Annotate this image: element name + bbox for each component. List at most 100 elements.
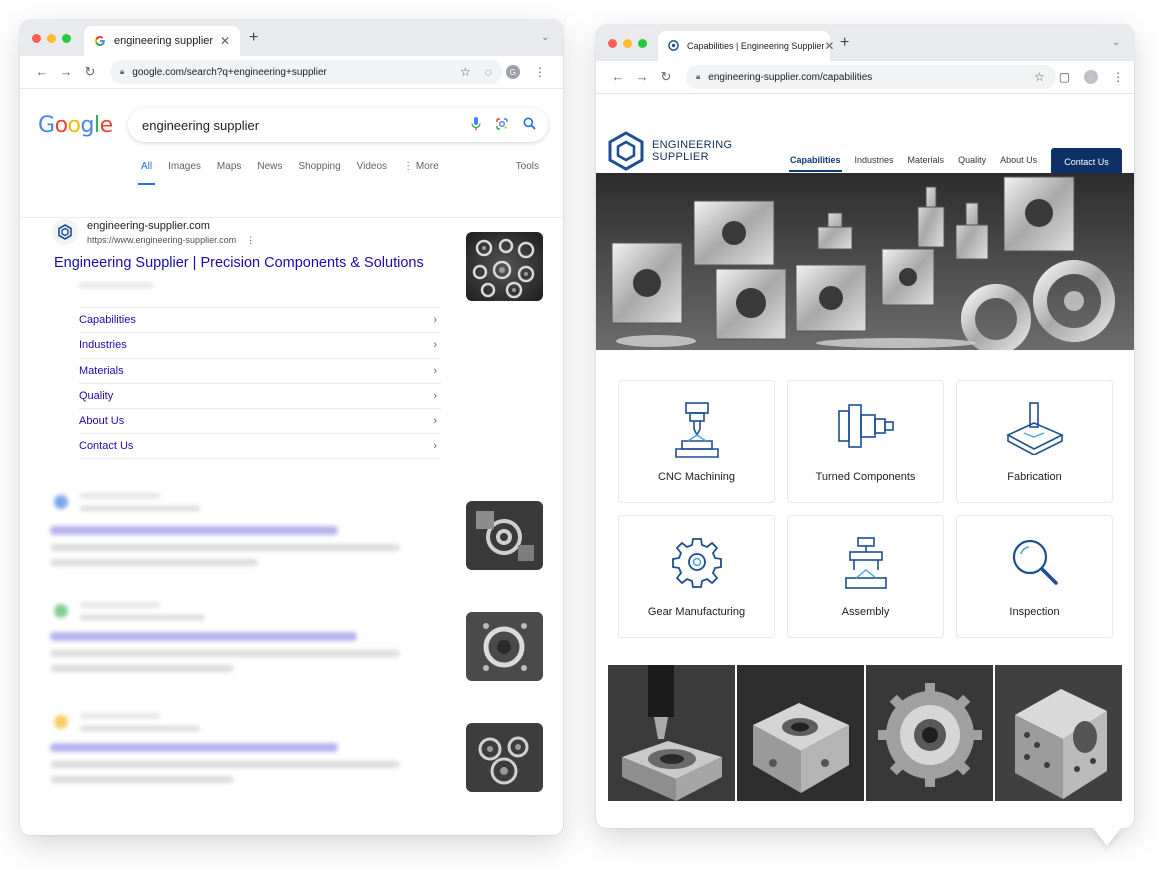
tab-all[interactable]: All — [137, 161, 156, 185]
capability-grid: CNC Machining Turned Components Fabricat… — [618, 380, 1113, 638]
card-label: Turned Components — [815, 471, 916, 483]
turned-part-icon — [837, 404, 894, 448]
result-favicon-icon — [54, 495, 68, 509]
tab-images[interactable]: Images — [168, 161, 201, 172]
close-window-button[interactable] — [608, 39, 617, 48]
zoom-window-button[interactable] — [62, 34, 71, 43]
nav-capabilities[interactable]: Capabilities — [789, 155, 842, 172]
tab-title: engineering supplier — [114, 35, 214, 47]
site-nav: Capabilities Industries Materials Qualit… — [789, 155, 1051, 172]
assembly-icon — [844, 537, 887, 589]
tab-shopping[interactable]: Shopping — [298, 161, 340, 172]
card-fabrication[interactable]: Fabrication — [956, 380, 1113, 503]
sitelink-capabilities[interactable]: Capabilities › — [79, 307, 441, 332]
site-info-icon[interactable]: 🔒︎ — [696, 72, 700, 82]
minimize-window-button[interactable] — [623, 39, 632, 48]
close-tab-icon[interactable]: ✕ — [824, 39, 834, 53]
extensions-icon[interactable]: ▢ — [1059, 70, 1070, 84]
zoom-window-button[interactable] — [638, 39, 647, 48]
profile-avatar[interactable]: G — [505, 65, 520, 79]
result-snippet — [78, 282, 154, 289]
minimize-window-button[interactable] — [47, 34, 56, 43]
callout-pointer — [1093, 828, 1121, 846]
card-label: Assembly — [841, 606, 890, 618]
google-logo[interactable]: Google — [38, 113, 113, 138]
tab-maps[interactable]: Maps — [217, 161, 241, 172]
close-window-button[interactable] — [32, 34, 41, 43]
result-title-link[interactable]: Engineering Supplier | Precision Compone… — [54, 255, 424, 271]
brand-logo[interactable]: ENGINEERING SUPPLIER — [608, 131, 732, 171]
search-icon[interactable] — [523, 117, 536, 134]
nav-quality[interactable]: Quality — [958, 155, 986, 165]
result-favicon-icon — [54, 604, 68, 618]
forward-icon[interactable]: → — [54, 64, 78, 80]
contact-us-button[interactable]: Contact Us — [1051, 148, 1122, 175]
microphone-icon[interactable] — [471, 117, 481, 134]
gear-icon — [671, 538, 722, 588]
site-info-icon[interactable]: 🔒︎ — [120, 67, 124, 77]
address-bar-url: google.com/search?q+engineering+supplier — [132, 66, 327, 78]
address-bar[interactable]: 🔒︎ google.com/search?q+engineering+suppl… — [110, 60, 502, 84]
tab-videos[interactable]: Videos — [357, 161, 387, 172]
result-thumbnail[interactable] — [466, 232, 543, 301]
cnc-machine-icon — [674, 402, 719, 458]
close-tab-icon[interactable]: ✕ — [220, 34, 230, 48]
logo-letter: G — [38, 113, 55, 138]
tab-more[interactable]: ⋮ More — [403, 161, 439, 172]
card-label: Inspection — [1009, 606, 1060, 618]
search-box[interactable]: engineering supplier — [128, 108, 548, 142]
reload-icon[interactable]: ↻ — [654, 69, 678, 85]
gallery-photo-gear[interactable] — [866, 665, 993, 801]
chevron-right-icon: › — [433, 314, 437, 327]
tab-title: Capabilities | Engineering Supplier — [687, 41, 825, 51]
window-controls — [608, 39, 647, 48]
bookmark-star-icon[interactable]: ☆ — [460, 65, 471, 79]
sitelink-quality[interactable]: Quality › — [79, 382, 441, 408]
card-cnc-machining[interactable]: CNC Machining — [618, 380, 775, 503]
new-tab-button[interactable]: + — [249, 28, 258, 48]
browser-menu-icon[interactable]: ⋮ — [534, 65, 546, 79]
window-controls — [32, 34, 71, 43]
browser-menu-icon[interactable]: ⋮ — [1112, 70, 1124, 84]
address-bar[interactable]: 🔒︎ engineering-supplier.com/capabilities — [686, 65, 1056, 89]
tab-strip: engineering supplier ✕ + ⌄ — [20, 20, 563, 56]
sitelink-industries[interactable]: Industries › — [79, 332, 441, 357]
tab-news[interactable]: News — [257, 161, 282, 172]
profile-avatar[interactable]: ◌ — [1084, 70, 1099, 84]
address-bar-url: engineering-supplier.com/capabilities — [708, 71, 873, 83]
card-turned-components[interactable]: Turned Components — [787, 380, 944, 503]
result-more-icon[interactable]: ⋮ — [246, 235, 255, 245]
sitelinks: Capabilities › Industries › Materials › Qua… — [79, 307, 441, 459]
sitelink-materials[interactable]: Materials › — [79, 357, 441, 383]
tab-search-icon[interactable]: ⌄ — [1112, 37, 1120, 48]
logo-letter: g — [80, 113, 95, 138]
sitelink-about-us[interactable]: About Us › — [79, 408, 441, 433]
bookmark-star-icon[interactable]: ☆ — [1034, 70, 1045, 84]
gallery-photo-cnc[interactable] — [608, 665, 735, 801]
result-favicon-icon — [54, 715, 68, 729]
google-lens-icon[interactable] — [495, 117, 509, 134]
result-thumbnail[interactable] — [466, 723, 543, 792]
card-gear-manufacturing[interactable]: Gear Manufacturing — [618, 515, 775, 638]
nav-about-us[interactable]: About Us — [1000, 155, 1037, 165]
forward-icon[interactable]: → — [630, 69, 654, 85]
browser-tab[interactable]: engineering supplier ✕ — [84, 26, 240, 56]
browser-tab[interactable]: Capabilities | Engineering Supplier ✕ — [658, 31, 834, 61]
extensions-icon[interactable]: ◌ — [485, 65, 492, 79]
result-thumbnail[interactable] — [466, 501, 543, 570]
new-tab-button[interactable]: + — [840, 33, 849, 53]
result-thumbnail[interactable] — [466, 612, 543, 681]
sitelink-contact-us[interactable]: Contact Us › — [79, 433, 441, 459]
gallery-photo-block[interactable] — [737, 665, 864, 801]
nav-materials[interactable]: Materials — [908, 155, 945, 165]
tab-search-icon[interactable]: ⌄ — [541, 32, 549, 43]
nav-industries[interactable]: Industries — [855, 155, 894, 165]
back-icon[interactable]: ← — [30, 64, 54, 80]
back-icon[interactable]: ← — [606, 69, 630, 85]
supplier-browser-window: Capabilities | Engineering Supplier ✕ + … — [596, 25, 1134, 828]
gallery-photo-housing[interactable] — [995, 665, 1122, 801]
tools-button[interactable]: Tools — [516, 161, 539, 172]
card-assembly[interactable]: Assembly — [787, 515, 944, 638]
reload-icon[interactable]: ↻ — [78, 64, 102, 80]
card-inspection[interactable]: Inspection — [956, 515, 1113, 638]
